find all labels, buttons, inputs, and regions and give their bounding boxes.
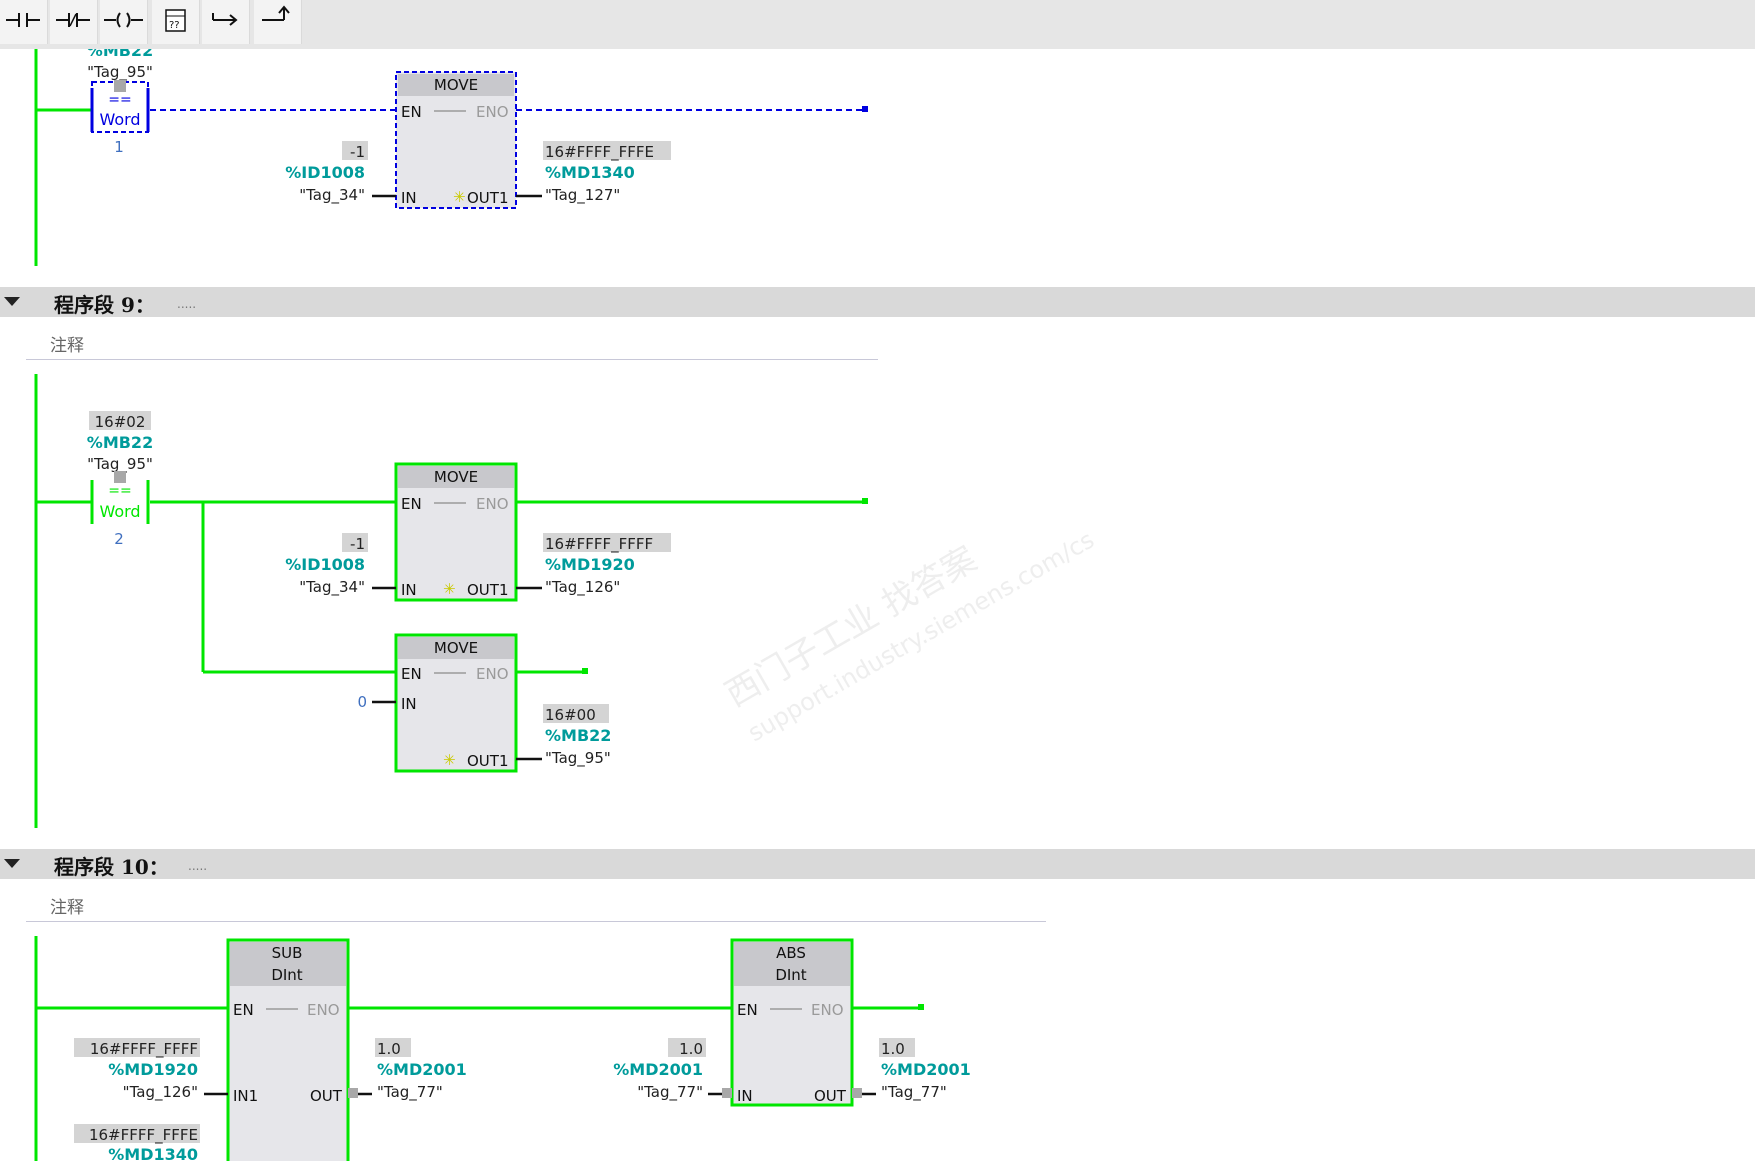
- compare-constant[interactable]: 1: [114, 138, 124, 156]
- eno-pin: ENO: [476, 495, 509, 513]
- in2-monitor-value: 16#FFFF_FFFE: [89, 1126, 198, 1145]
- contact-tag[interactable]: "Tag_95": [87, 63, 153, 82]
- in-constant[interactable]: 0: [357, 693, 367, 711]
- add-output-icon[interactable]: ✳: [453, 188, 466, 206]
- in-tag[interactable]: "Tag_34": [299, 578, 365, 597]
- contact-address: %MB22: [87, 41, 153, 60]
- out-tag[interactable]: "Tag_77": [377, 1083, 443, 1102]
- en-pin: EN: [737, 1001, 758, 1019]
- eno-pin: ENO: [307, 1001, 340, 1019]
- compare-contact[interactable]: == Word: [90, 471, 150, 524]
- out1-pin: OUT1: [467, 189, 509, 207]
- out-address[interactable]: %MD1920: [545, 555, 635, 574]
- in-address[interactable]: %ID1008: [285, 555, 365, 574]
- out-address[interactable]: %MD2001: [377, 1060, 467, 1079]
- abs-box[interactable]: ABS DInt EN ENO IN OUT: [730, 938, 854, 1107]
- in1-monitor-value: 16#FFFF_FFFF: [90, 1040, 198, 1059]
- contact-monitor-value: 16#02: [95, 413, 146, 431]
- in1-tag[interactable]: "Tag_126": [123, 1083, 198, 1102]
- in-pin: IN: [401, 695, 417, 713]
- ladder-diagram: 西门子工业 找答案 support.industry.siemens.com/c…: [34, 41, 1099, 1161]
- out-pin: OUT: [814, 1087, 847, 1105]
- move-box[interactable]: MOVE EN ENO IN ✳ OUT1: [395, 71, 517, 209]
- in-address[interactable]: %MD2001: [613, 1060, 703, 1079]
- out-address[interactable]: %MB22: [545, 726, 611, 745]
- in-tag[interactable]: "Tag_34": [299, 186, 365, 205]
- network-9: 16#02 %MB22 "Tag_95" == Word 2 MOVE EN E…: [34, 374, 868, 828]
- out-monitor-value: 16#00: [545, 706, 596, 724]
- out-monitor-value: 16#FFFF_FFFE: [545, 143, 654, 162]
- compare-operator: ==: [108, 483, 131, 499]
- in-pin: IN: [401, 189, 417, 207]
- move-box-2[interactable]: MOVE EN ENO IN ✳ OUT1: [394, 633, 518, 773]
- in-tag[interactable]: "Tag_77": [637, 1083, 703, 1102]
- status-square-icon: [114, 80, 126, 92]
- compare-type: Word: [99, 502, 140, 521]
- en-pin: EN: [401, 495, 422, 513]
- in-address[interactable]: %ID1008: [285, 163, 365, 182]
- out-address[interactable]: %MD2001: [881, 1060, 971, 1079]
- rung-end-marker: [862, 106, 868, 112]
- en-pin: EN: [401, 103, 422, 121]
- out-monitor-value: 16#FFFF_FFFF: [545, 535, 653, 554]
- sub-box[interactable]: SUB DInt EN ENO IN1 OUT: [226, 938, 350, 1161]
- in1-pin: IN1: [233, 1087, 258, 1105]
- abs-box-title: ABS: [776, 944, 806, 962]
- add-output-icon[interactable]: ✳: [443, 751, 456, 769]
- rung-end-marker: [918, 1004, 924, 1010]
- out-status-square-icon: [852, 1088, 862, 1098]
- in2-address[interactable]: %MD1340: [108, 1145, 198, 1161]
- in-monitor-value: -1: [350, 535, 365, 553]
- out-status-square-icon: [348, 1088, 358, 1098]
- sub-box-title: SUB: [272, 944, 303, 962]
- abs-box-type[interactable]: DInt: [775, 966, 806, 984]
- compare-constant[interactable]: 2: [114, 530, 124, 548]
- out1-pin: OUT1: [467, 752, 509, 770]
- compare-contact[interactable]: == Word: [90, 80, 150, 133]
- move-box-title: MOVE: [434, 639, 478, 657]
- en-pin: EN: [401, 665, 422, 683]
- rung-end-marker: [582, 668, 588, 674]
- compare-type: Word: [99, 110, 140, 129]
- in-pin: IN: [401, 581, 417, 599]
- eno-pin: ENO: [476, 103, 509, 121]
- compare-operator: ==: [108, 92, 131, 108]
- status-square-icon: [114, 471, 126, 483]
- move-box-1[interactable]: MOVE EN ENO IN ✳ OUT1: [394, 462, 518, 602]
- contact-address[interactable]: %MB22: [87, 433, 153, 452]
- out-monitor-value: 1.0: [377, 1040, 401, 1058]
- move-box-title: MOVE: [434, 76, 478, 94]
- add-output-icon[interactable]: ✳: [443, 580, 456, 598]
- sub-box-type[interactable]: DInt: [271, 966, 302, 984]
- in-monitor-value: -1: [350, 143, 365, 161]
- network-10: SUB DInt EN ENO IN1 OUT 16#FFFF_FFFF %MD…: [34, 936, 971, 1161]
- out-tag[interactable]: "Tag_95": [545, 749, 611, 768]
- out-address[interactable]: %MD1340: [545, 163, 635, 182]
- in-monitor-value: 1.0: [679, 1040, 703, 1058]
- in-pin: IN: [737, 1087, 753, 1105]
- out-tag[interactable]: "Tag_126": [545, 578, 620, 597]
- out-pin: OUT: [310, 1087, 343, 1105]
- eno-pin: ENO: [811, 1001, 844, 1019]
- out-tag[interactable]: "Tag_127": [545, 186, 620, 205]
- en-pin: EN: [233, 1001, 254, 1019]
- rung-end-marker: [862, 498, 868, 504]
- watermark: 西门子工业 找答案 support.industry.siemens.com/c…: [719, 526, 1099, 748]
- in-status-square-icon: [722, 1088, 732, 1098]
- out-monitor-value: 1.0: [881, 1040, 905, 1058]
- out1-pin: OUT1: [467, 581, 509, 599]
- out-tag[interactable]: "Tag_77": [881, 1083, 947, 1102]
- move-box-title: MOVE: [434, 468, 478, 486]
- eno-pin: ENO: [476, 665, 509, 683]
- in1-address[interactable]: %MD1920: [108, 1060, 198, 1079]
